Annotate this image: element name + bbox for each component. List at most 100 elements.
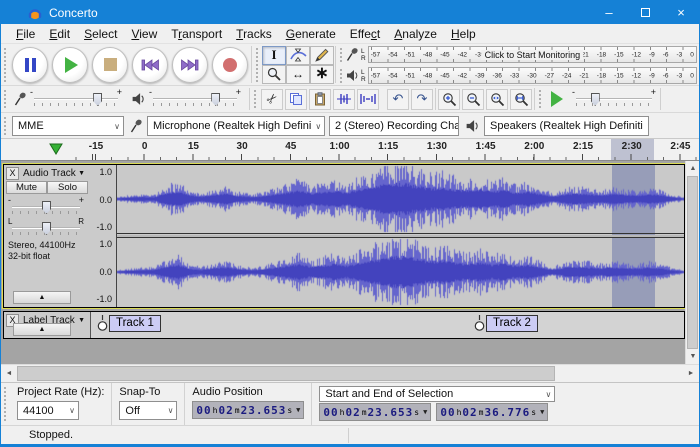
timefield-dropdown-icon[interactable]: ▼ — [296, 406, 300, 414]
selection-mode-select[interactable]: Start and End of Selection∨ — [319, 386, 555, 402]
stop-button[interactable] — [92, 47, 128, 83]
paste-button[interactable] — [309, 89, 331, 110]
menu-help[interactable]: Help — [444, 25, 483, 43]
timeline[interactable]: -1501530451:001:151:301:452:002:152:302:… — [1, 139, 699, 161]
label-handle-icon[interactable] — [474, 315, 485, 335]
selection-end-field[interactable]: 00h02m36.776s▼ — [436, 403, 548, 421]
zoom-tool-button[interactable] — [262, 65, 286, 84]
horizontal-scrollbar-thumb[interactable] — [17, 366, 555, 381]
menu-select[interactable]: Select — [77, 25, 124, 43]
label-text[interactable]: Track 2 — [486, 315, 538, 332]
horizontal-scrollbar[interactable]: ◄ ► — [1, 364, 699, 382]
envelope-tool-button[interactable] — [286, 46, 310, 65]
maximize-button[interactable] — [627, 1, 663, 24]
skip-to-start-button[interactable] — [132, 47, 168, 83]
waveform-left-channel[interactable] — [117, 165, 684, 234]
scroll-down-arrow[interactable]: ▼ — [686, 349, 700, 364]
selection-start-field[interactable]: 00h02m23.653s▼ — [319, 403, 431, 421]
zoom-selection-button[interactable] — [486, 89, 508, 110]
playback-meter-grip[interactable] — [339, 68, 344, 83]
menu-view[interactable]: View — [124, 25, 164, 43]
play-at-speed-button[interactable] — [551, 91, 563, 107]
draw-tool-button[interactable] — [310, 46, 334, 65]
scroll-up-arrow[interactable]: ▲ — [686, 161, 700, 176]
multi-tool-button[interactable]: ∗ — [310, 65, 334, 84]
playback-speed-slider[interactable]: - + — [572, 90, 656, 108]
label-flag[interactable]: Track 2 — [474, 315, 538, 335]
selection-tool-button[interactable]: I — [262, 46, 286, 65]
menu-file[interactable]: File — [9, 25, 42, 43]
audio-track[interactable]: X Audio Track▼ Mute Solo - + L R — [3, 164, 685, 308]
playback-meter-bar[interactable]: -57-54-51-48-45-42-39-36-33-30-27-24-21-… — [368, 67, 697, 84]
collapse-track-button[interactable]: ▲ — [13, 323, 71, 336]
zoom-fit-button[interactable] — [510, 89, 532, 110]
play-button[interactable] — [52, 47, 88, 83]
menu-transport[interactable]: Transport — [164, 25, 229, 43]
menu-edit[interactable]: Edit — [42, 25, 77, 43]
pause-button[interactable] — [12, 47, 48, 83]
silence-audio-button[interactable] — [357, 89, 379, 110]
waveform-area[interactable] — [116, 165, 684, 307]
audio-host-select[interactable]: MME∨ — [12, 116, 124, 136]
playback-volume-slider[interactable]: - + — [149, 90, 241, 108]
device-toolbar-grip[interactable] — [3, 116, 8, 135]
pan-slider[interactable]: L R — [8, 219, 84, 237]
trim-audio-button[interactable] — [333, 89, 355, 110]
collapse-track-button[interactable]: ▲ — [13, 291, 71, 304]
label-track-content[interactable]: Track 1 Track 2 — [90, 312, 684, 338]
play-at-speed-grip[interactable] — [538, 89, 543, 109]
recording-meter-bar[interactable]: -57-54-51-48-45-42-39-36-33-30-27-24-21-… — [368, 46, 697, 63]
close-button[interactable]: × — [663, 1, 699, 24]
recording-meter-grip[interactable] — [339, 47, 344, 62]
transport-toolbar-grip[interactable] — [3, 47, 8, 82]
audio-position-field[interactable]: 00h02m23.653s▼ — [192, 401, 304, 419]
menu-generate[interactable]: Generate — [279, 25, 343, 43]
quick-play-pin-icon[interactable] — [49, 143, 63, 155]
timefield-dropdown-icon[interactable]: ▼ — [423, 408, 427, 416]
project-rate-select[interactable]: 44100∨ — [17, 401, 79, 420]
recording-meter[interactable]: LR -57-54-51-48-45-42-39-36-33-30-27-24-… — [337, 44, 697, 65]
timefield-dropdown-icon[interactable]: ▼ — [540, 408, 544, 416]
menu-effect[interactable]: Effect — [343, 25, 387, 43]
cut-button[interactable]: ✂ — [261, 89, 283, 110]
label-text[interactable]: Track 1 — [109, 315, 161, 332]
playback-meter[interactable]: LR -57-54-51-48-45-42-39-36-33-30-27-24-… — [337, 65, 697, 86]
playback-device-select[interactable]: Speakers (Realtek High Definiti∨ — [484, 116, 649, 136]
selection-toolbar-grip[interactable] — [3, 386, 8, 422]
minimize-button[interactable]: – — [591, 1, 627, 24]
recording-device-select[interactable]: Microphone (Realtek High Defini∨ — [147, 116, 325, 136]
mute-button[interactable]: Mute — [6, 181, 47, 194]
vertical-scrollbar[interactable]: ▲ ▼ — [685, 161, 699, 364]
recording-volume-slider[interactable]: - + — [30, 90, 122, 108]
track-title-menu[interactable]: Audio Track▼ — [19, 167, 88, 180]
slider-minus-label: - — [30, 87, 33, 97]
waveform-right-channel[interactable] — [117, 237, 684, 306]
zoom-in-button[interactable] — [438, 89, 460, 110]
vertical-scrollbar-thumb[interactable] — [687, 176, 698, 349]
copy-button[interactable] — [285, 89, 307, 110]
label-flag[interactable]: Track 1 — [97, 315, 161, 335]
label-handle-icon[interactable] — [97, 315, 108, 335]
time-shift-tool-button[interactable]: ↔ — [286, 65, 310, 84]
menu-analyze[interactable]: Analyze — [387, 25, 444, 43]
scroll-left-arrow[interactable]: ◄ — [1, 365, 17, 382]
snap-to-select[interactable]: Off∨ — [119, 401, 177, 420]
redo-button[interactable]: ↷ — [411, 89, 433, 110]
gain-slider[interactable]: - + — [8, 198, 84, 216]
zoom-out-button[interactable] — [462, 89, 484, 110]
label-track[interactable]: X Label Track▼ ▲ Track 1Track 2 — [3, 311, 685, 339]
menu-tracks[interactable]: Tracks — [229, 25, 279, 43]
record-button[interactable] — [212, 47, 248, 83]
vertical-scale-ruler[interactable]: 1.00.0-1.01.00.0-1.0 — [90, 165, 116, 307]
time-ruler[interactable]: -1501530451:001:151:301:452:002:152:302:… — [63, 139, 699, 160]
skip-to-end-button[interactable] — [172, 47, 208, 83]
scroll-right-arrow[interactable]: ► — [683, 365, 699, 382]
edit-toolbar-grip[interactable] — [253, 89, 258, 109]
recording-channels-select[interactable]: 2 (Stereo) Recording Channels∨ — [329, 116, 459, 136]
tools-toolbar-grip[interactable] — [255, 47, 260, 82]
mixer-toolbar-grip[interactable] — [3, 89, 8, 109]
undo-button[interactable]: ↶ — [387, 89, 409, 110]
monitor-hint[interactable]: Click to Start Monitoring — [482, 50, 584, 60]
solo-button[interactable]: Solo — [47, 181, 88, 194]
close-track-button[interactable]: X — [6, 167, 19, 180]
